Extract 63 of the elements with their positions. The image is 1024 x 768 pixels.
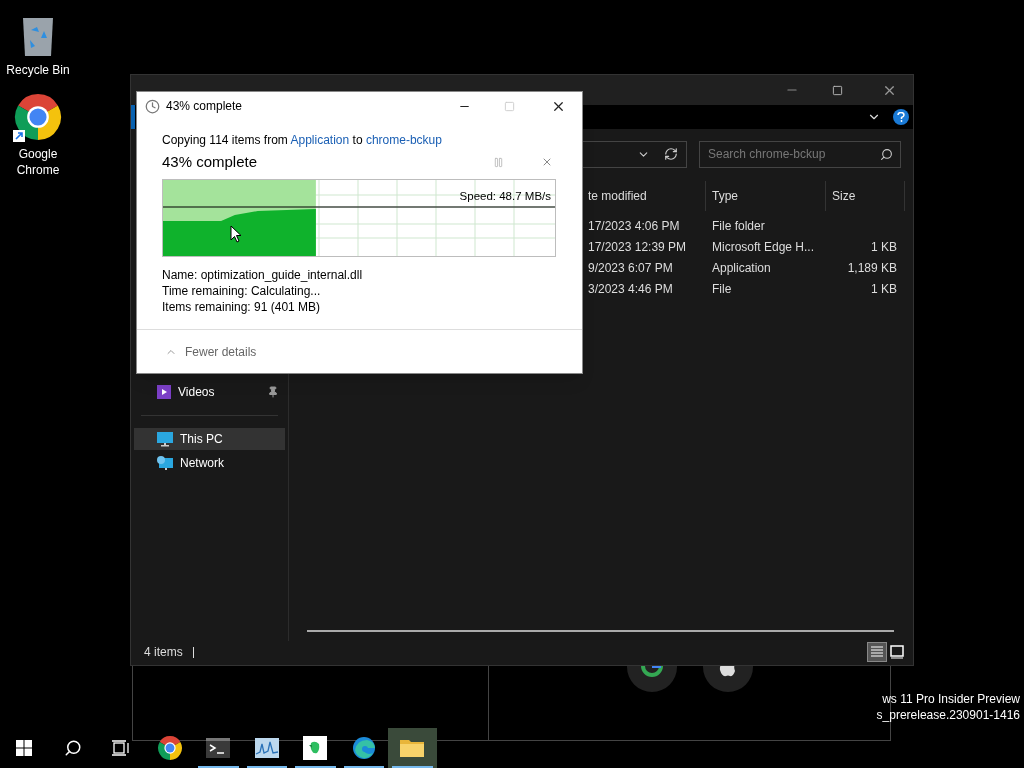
table-cell-text: File folder [711,217,766,235]
sidebar-item[interactable]: This PC [134,428,285,450]
search-field[interactable]: Search chrome-bckup [699,140,901,168]
chart-icon [254,738,279,758]
detail-line: Items remaining: 91 (401 MB) [162,299,322,315]
google-sign-in-button[interactable] [627,666,677,692]
task-view-icon [112,740,131,756]
sidebar-item[interactable]: Network [134,452,285,474]
speed-label: Speed: 48.7 MB/s [459,189,551,203]
monitor-icon [156,431,174,447]
edition-watermark-text: ws 11 Pro Insider Preview [882,691,1020,707]
table-cell-text: 1 KB [871,280,897,298]
shortcut-arrow-icon [13,130,25,142]
pointer-icon [230,225,242,243]
apple-icon [718,666,738,678]
apple-sign-in-button[interactable] [703,666,753,692]
maximize-icon [504,100,515,112]
table-cell-text: 1,189 KB [847,259,897,277]
search-icon [63,739,82,757]
edge-icon [351,736,376,760]
sidebar-item[interactable]: Videos [134,381,285,403]
recycle-bin-icon [20,16,56,58]
progress-heading: 43% complete [162,151,258,172]
table-cell-text: 1 KB [871,238,897,256]
cancel-icon[interactable] [541,156,553,168]
network-icon [156,455,174,471]
windows-logo-icon [16,740,33,756]
table-cell-text: Microsoft Edge H... [711,238,816,256]
status-text: 4 items [144,644,183,661]
taskbar-button[interactable] [388,728,437,768]
desktop-icon-label[interactable]: Recycle Bin [6,62,70,78]
elephant-icon [303,736,328,760]
google-g-icon [639,666,665,679]
destination-link[interactable]: chrome-bckup [365,133,442,147]
table-cell-text: File [711,280,733,298]
refresh-icon[interactable] [664,147,678,161]
folder-icon [400,738,425,758]
detail-line: Time remaining: Calculating... [162,283,322,299]
help-icon[interactable] [893,109,909,125]
table-cell-text: Application [711,259,772,277]
table-cell-text: 9/2023 6:07 PM [587,259,674,277]
table-cell-text: 17/2023 4:06 PM [587,217,681,235]
maximize-icon[interactable] [832,84,843,96]
table-cell-text: 17/2023 12:39 PM [587,238,688,256]
list-icon [870,645,884,659]
detail-line: Name: optimization_guide_internal.dll [162,267,364,283]
edition-watermark-text: s_prerelease.230901-1416 [876,707,1020,723]
column-header[interactable]: Size [826,181,905,211]
window-icon [890,645,904,659]
horizontal-scrollbar[interactable] [307,630,894,632]
chrome-icon [156,735,183,761]
table-cell-text: 3/2023 4:46 PM [587,280,674,298]
copy-summary: Copying 114 items from Application to chrome-bckup [162,132,443,148]
chrome-logo [13,92,63,142]
search-icon [880,147,893,161]
dialog-title: 43% complete [166,98,243,115]
video-icon [156,384,172,400]
column-header[interactable]: Type [706,181,826,211]
clock-icon [145,98,160,114]
fewer-details-button[interactable]: Fewer details [165,342,257,361]
source-link[interactable]: Application [290,133,350,147]
desktop-icon-label[interactable]: Google Chrome [0,146,76,178]
tiles-view-button[interactable] [887,642,907,662]
